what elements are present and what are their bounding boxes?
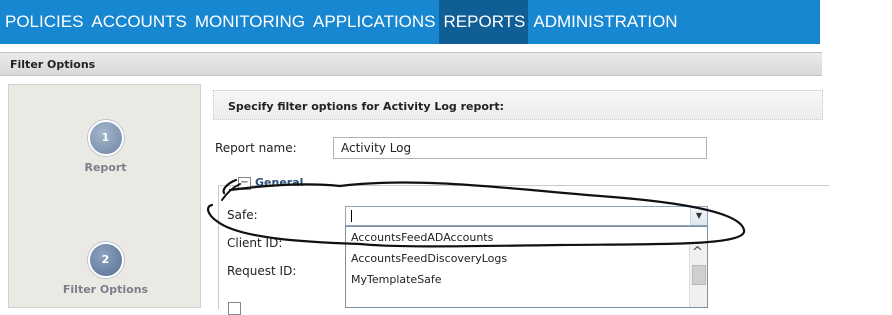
page-header: Filter Options [0, 52, 822, 76]
client-id-label: Client ID: [227, 236, 283, 250]
report-name-input[interactable]: Activity Log [333, 137, 707, 159]
safe-dropdown-list[interactable]: AccountsFeedADAccounts AccountsFeedDisco… [345, 226, 708, 308]
general-group-title: General [255, 176, 304, 189]
section-title: Specify filter options for Activity Log … [213, 90, 823, 120]
nav-accounts[interactable]: ACCOUNTS [86, 0, 189, 44]
step-label: Report [84, 161, 127, 174]
nav-spacer [820, 0, 892, 44]
safe-combobox[interactable]: ▼ [345, 206, 708, 226]
wizard-steps-panel: 1 Report 2 Filter Options [8, 84, 201, 308]
request-id-label: Request ID: [227, 264, 297, 278]
text-cursor [351, 210, 352, 222]
dropdown-option[interactable]: AccountsFeedDiscoveryLogs [351, 252, 507, 265]
filter-form: Specify filter options for Activity Log … [205, 84, 892, 315]
dropdown-option[interactable]: AccountsFeedADAccounts [351, 231, 493, 244]
nav-reports[interactable]: REPORTS [438, 0, 529, 44]
dropdown-scrollbar[interactable]: ^ [689, 243, 707, 307]
chevron-down-icon[interactable]: ▼ [690, 207, 707, 225]
wizard-step-report[interactable]: 1 Report [9, 120, 202, 174]
scrollbar-thumb[interactable] [692, 265, 706, 285]
collapse-icon[interactable]: − [238, 177, 251, 190]
scroll-up-icon[interactable]: ^ [692, 245, 703, 260]
step-label: Filter Options [62, 283, 149, 296]
nav-policies[interactable]: POLICIES [0, 0, 86, 44]
dropdown-option[interactable]: MyTemplateSafe [351, 273, 442, 286]
step-number-badge: 1 [87, 120, 124, 156]
step-number-badge: 2 [87, 242, 124, 278]
top-nav: POLICIES ACCOUNTS MONITORING APPLICATION… [0, 0, 820, 44]
report-name-label: Report name: [215, 141, 297, 155]
filter-checkbox[interactable] [228, 302, 241, 315]
safe-label: Safe: [227, 208, 258, 222]
nav-applications[interactable]: APPLICATIONS [308, 0, 439, 44]
wizard-step-filter-options[interactable]: 2 Filter Options [9, 242, 202, 296]
nav-administration[interactable]: ADMINISTRATION [528, 0, 680, 44]
nav-monitoring[interactable]: MONITORING [190, 0, 308, 44]
